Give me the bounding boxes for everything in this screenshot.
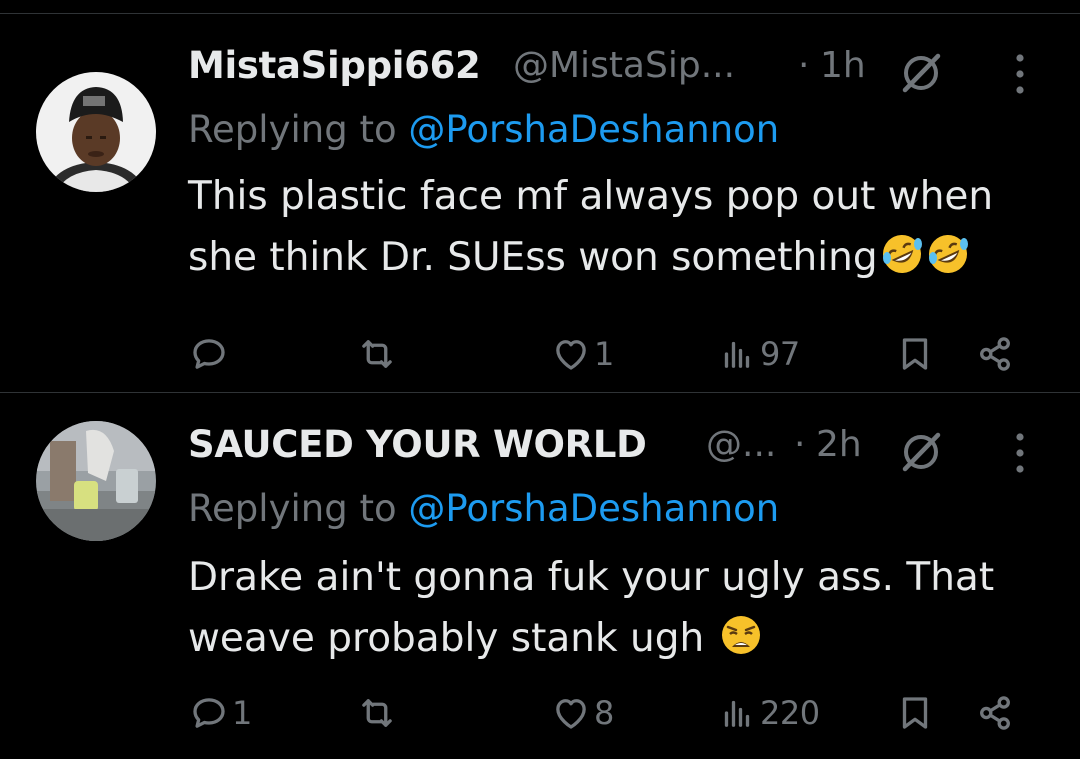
reply-mention-link[interactable]: @PorshaDeshannon (408, 487, 779, 530)
reply-icon (193, 698, 225, 728)
timestamp[interactable]: 2h (816, 424, 862, 465)
bookmark-button[interactable] (894, 685, 936, 741)
tweet-text-line-2: she think Dr. SUEss won something (188, 227, 1048, 288)
views-button[interactable]: 97 (716, 326, 800, 382)
display-name[interactable]: MistaSippi662 (188, 44, 481, 87)
tweet-text-line: she think Dr. SUEss won something (188, 235, 878, 280)
tweet-actions: 1 97 (188, 326, 1068, 382)
separator-dot: · (798, 45, 810, 86)
replying-to: Replying to @PorshaDeshannon (188, 108, 779, 151)
repost-button[interactable] (356, 685, 400, 741)
views-icon (724, 700, 750, 727)
views-icon (724, 341, 750, 368)
bookmark-button[interactable] (894, 326, 936, 382)
repost-icon (362, 340, 392, 368)
user-handle[interactable]: @... (706, 424, 776, 465)
like-button[interactable]: 8 (550, 685, 614, 741)
like-button[interactable]: 1 (550, 326, 614, 382)
tweet-text-line: This plastic face mf always pop out when (188, 174, 994, 219)
bookmark-icon (902, 338, 928, 370)
bookmark-icon (902, 697, 928, 729)
replying-to-label: Replying to (188, 487, 397, 530)
avatar[interactable] (36, 421, 156, 541)
tweet-text: This plastic face mf always pop out when… (188, 166, 1048, 288)
reply-button[interactable]: 1 (188, 685, 252, 741)
repost-button[interactable] (356, 326, 400, 382)
reply-count: 1 (232, 694, 252, 732)
share-icon (980, 696, 1010, 730)
repost-icon (362, 699, 392, 727)
rolling-on-floor-laughing-emoji (928, 235, 968, 273)
rolling-on-floor-laughing-emoji (882, 235, 922, 273)
avatar[interactable] (36, 72, 156, 192)
tweet-text-line: weave probably stank ugh (188, 616, 705, 661)
share-button[interactable] (974, 326, 1016, 382)
timestamp[interactable]: 1h (820, 45, 866, 86)
grok-icon[interactable] (898, 50, 944, 96)
heart-icon (556, 699, 586, 729)
like-count: 1 (594, 335, 614, 373)
tweet-1[interactable]: MistaSippi662 @MistaSip... · 1h Replying… (0, 14, 1080, 392)
heart-icon (556, 340, 586, 370)
more-options-icon[interactable] (1008, 48, 1032, 100)
tweet-header: SAUCED YOUR WORLD @... · 2h (188, 423, 1048, 483)
views-count: 220 (760, 694, 820, 732)
more-options-icon[interactable] (1008, 427, 1032, 479)
reply-icon (193, 339, 225, 369)
views-button[interactable]: 220 (716, 685, 820, 741)
weary-face-emoji (721, 616, 760, 654)
tweet-text: Drake ain't gonna fuk your ugly ass. Tha… (188, 547, 1048, 669)
replying-to-label: Replying to (188, 108, 397, 151)
tweet-header: MistaSippi662 @MistaSip... · 1h (188, 44, 1048, 104)
tweet-text-line: Drake ain't gonna fuk your ugly ass. Tha… (188, 555, 995, 600)
replying-to: Replying to @PorshaDeshannon (188, 487, 779, 530)
user-handle[interactable]: @MistaSip... (513, 45, 735, 86)
display-name[interactable]: SAUCED YOUR WORLD (188, 423, 647, 466)
share-icon (980, 337, 1010, 371)
reply-button[interactable] (188, 326, 232, 382)
tweet-actions: 1 8 220 (188, 685, 1068, 741)
grok-icon[interactable] (898, 429, 944, 475)
separator-dot: · (794, 424, 806, 465)
views-count: 97 (760, 335, 800, 373)
share-button[interactable] (974, 685, 1016, 741)
tweet-2[interactable]: SAUCED YOUR WORLD @... · 2h Replying to … (0, 393, 1080, 759)
reply-mention-link[interactable]: @PorshaDeshannon (408, 108, 779, 151)
tweet-text-line-2: weave probably stank ugh (188, 608, 1048, 669)
like-count: 8 (594, 694, 614, 732)
top-divider (0, 0, 1080, 14)
